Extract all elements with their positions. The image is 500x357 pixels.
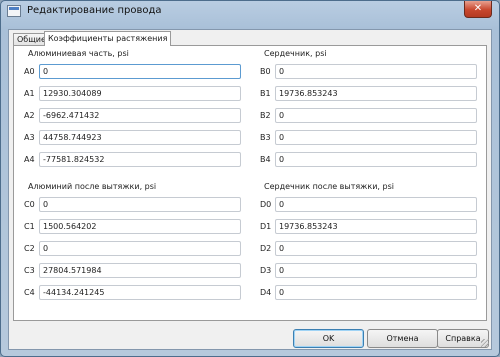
field-a3[interactable] [39, 130, 241, 145]
field-d4[interactable] [275, 285, 477, 300]
field-b4[interactable] [275, 152, 477, 167]
edit-wire-dialog: Редактирование провода ✕ Общие Коэффицие… [0, 0, 500, 357]
field-b3[interactable] [275, 130, 477, 145]
field-a1[interactable] [39, 86, 241, 101]
field-c3[interactable] [39, 263, 241, 278]
close-button[interactable]: ✕ [464, 1, 492, 18]
resize-grip[interactable] [481, 339, 489, 347]
group-title-aluminum: Алюминиевая часть, psi [28, 49, 129, 58]
group-title-core: Сердечник, psi [264, 49, 327, 58]
field-c0[interactable] [39, 197, 241, 212]
field-d2[interactable] [275, 241, 477, 256]
tab-stretch-coefficients[interactable]: Коэффициенты растяжения [44, 31, 172, 46]
field-b1[interactable] [275, 86, 477, 101]
field-a2[interactable] [39, 108, 241, 123]
field-d1[interactable] [275, 219, 477, 234]
field-b0[interactable] [275, 64, 477, 79]
field-c4[interactable] [39, 285, 241, 300]
field-a4[interactable] [39, 152, 241, 167]
window-title: Редактирование провода [27, 5, 162, 16]
title-bar[interactable]: Редактирование провода ✕ [1, 1, 499, 23]
window-app-icon [7, 5, 21, 17]
field-d3[interactable] [275, 263, 477, 278]
group-title-core-after: Сердечник после вытяжки, psi [264, 182, 394, 191]
stretch-coefficients-panel: Алюминиевая часть, psi A0 A1 A2 A3 A4 Се… [13, 45, 487, 321]
field-a0[interactable] [39, 64, 241, 79]
cancel-button[interactable]: Отмена [367, 329, 438, 348]
group-title-aluminum-after: Алюминий после вытяжки, psi [28, 182, 157, 191]
field-d0[interactable] [275, 197, 477, 212]
field-b2[interactable] [275, 108, 477, 123]
ok-button[interactable]: OK [293, 329, 364, 348]
dialog-client-area: Общие Коэффициенты растяжения Алюминиева… [8, 29, 492, 350]
field-c2[interactable] [39, 241, 241, 256]
field-c1[interactable] [39, 219, 241, 234]
